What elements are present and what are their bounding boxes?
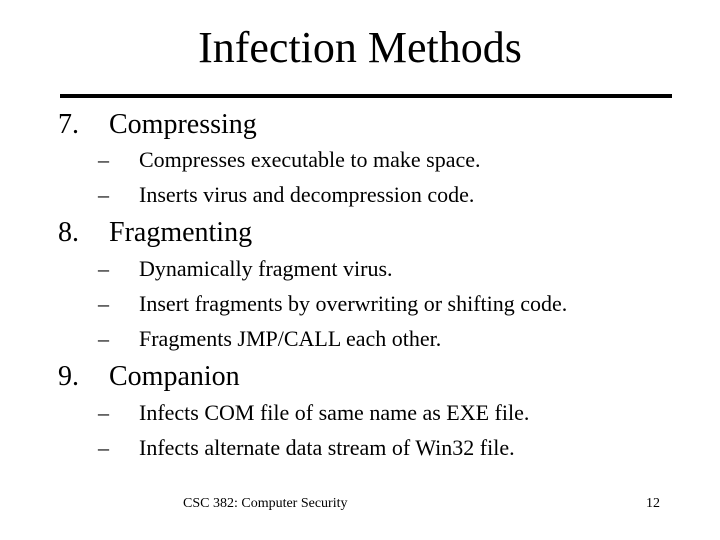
dash-bullet-icon: – <box>98 182 109 207</box>
sub-item-text: Infects alternate data stream of Win32 f… <box>139 435 515 460</box>
item-label: Compressing <box>109 109 257 140</box>
dash-bullet-icon: – <box>98 400 109 425</box>
slide-number: 12 <box>646 496 660 511</box>
dash-bullet-icon: – <box>98 256 109 281</box>
sub-item-text: Insert fragments by overwriting or shift… <box>139 291 568 316</box>
sub-item-text: Dynamically fragment virus. <box>139 256 393 281</box>
sub-item-text: Compresses executable to make space. <box>139 147 481 172</box>
sub-item-text: Inserts virus and decompression code. <box>139 182 475 207</box>
slide-title: Infection Methods <box>198 23 522 72</box>
item-label: Companion <box>109 361 240 392</box>
item-number: 7. <box>58 109 79 140</box>
footer-course-title: CSC 382: Computer Security <box>183 496 348 511</box>
sub-item-text: Fragments JMP/CALL each other. <box>139 326 442 351</box>
item-number: 9. <box>58 361 79 392</box>
dash-bullet-icon: – <box>98 147 109 172</box>
dash-bullet-icon: – <box>98 435 109 460</box>
item-number: 8. <box>58 217 79 248</box>
sub-item-text: Infects COM file of same name as EXE fil… <box>139 400 530 425</box>
dash-bullet-icon: – <box>98 291 109 316</box>
item-label: Fragmenting <box>109 217 253 248</box>
title-divider <box>60 94 672 98</box>
dash-bullet-icon: – <box>98 326 109 351</box>
